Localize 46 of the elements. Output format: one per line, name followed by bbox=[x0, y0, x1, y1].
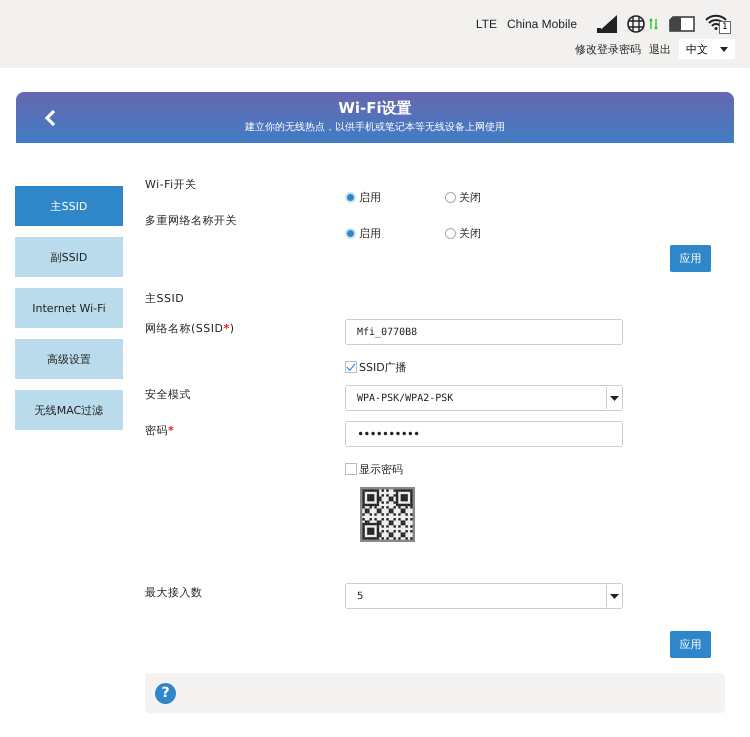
caret-icon bbox=[610, 594, 618, 598]
field-label: 多重网络名称开关 bbox=[145, 213, 238, 229]
operator-name: China Mobile bbox=[506, 17, 577, 31]
signal-icon bbox=[597, 15, 617, 33]
field-label: Wi-Fi开关 bbox=[145, 177, 198, 193]
battery-icon bbox=[669, 16, 695, 32]
caret-icon bbox=[720, 46, 728, 52]
ssid-input[interactable]: Mfi_0770B8 bbox=[345, 319, 623, 345]
language-select[interactable]: 中文 bbox=[679, 39, 735, 59]
sidebar-tab[interactable]: 高级设置 bbox=[15, 339, 123, 379]
field-label: 安全模式 bbox=[145, 387, 192, 403]
help-icon[interactable]: ? bbox=[155, 682, 176, 704]
checkbox-label: 显示密码 bbox=[359, 462, 403, 476]
header-link[interactable]: 退出 bbox=[649, 42, 671, 56]
client-count-badge: 1 bbox=[719, 21, 731, 34]
caret-icon bbox=[610, 396, 618, 400]
page-title: Wi-Fi设置 bbox=[337, 98, 413, 118]
wifi-icon bbox=[705, 14, 727, 30]
checkbox-label: SSID广播 bbox=[359, 360, 407, 374]
sidebar-tab[interactable]: Internet Wi-Fi bbox=[15, 288, 123, 328]
page-subtitle: 建立你的无线热点，以供手机或笔记本等无线设备上网使用 bbox=[244, 120, 506, 134]
qr-code-icon bbox=[360, 487, 415, 542]
radio-label: 关闭 bbox=[459, 226, 481, 241]
field-label: 最大接入数 bbox=[145, 585, 204, 601]
sidebar-tab[interactable]: 主SSID bbox=[15, 186, 123, 226]
section-title: 主SSID bbox=[145, 291, 186, 307]
radio-button[interactable] bbox=[445, 192, 456, 203]
sidebar-tab[interactable]: 副SSID bbox=[15, 237, 123, 277]
apply-button[interactable]: 应用 bbox=[670, 245, 711, 272]
radio-label: 启用 bbox=[359, 226, 381, 241]
max-clients-select[interactable]: 5 bbox=[345, 583, 623, 609]
back-icon[interactable] bbox=[44, 109, 56, 127]
apply-button[interactable]: 应用 bbox=[670, 631, 711, 658]
header-link[interactable]: 修改登录密码 bbox=[575, 42, 641, 56]
field-label: 网络名称(SSID*) bbox=[145, 321, 236, 337]
security-mode-select[interactable]: WPA-PSK/WPA2-PSK bbox=[345, 385, 623, 411]
password-input[interactable]: •••••••••• bbox=[345, 421, 623, 447]
radio-button[interactable] bbox=[445, 228, 456, 239]
field-label: 密码* bbox=[145, 423, 176, 439]
radio-label: 启用 bbox=[359, 190, 381, 205]
checkbox[interactable] bbox=[345, 463, 357, 475]
network-type: LTE bbox=[476, 17, 497, 31]
checkbox[interactable] bbox=[345, 361, 357, 373]
globe-icon bbox=[627, 15, 659, 33]
radio-label: 关闭 bbox=[459, 190, 481, 205]
sidebar-tab[interactable]: 无线MAC过滤 bbox=[15, 390, 123, 430]
